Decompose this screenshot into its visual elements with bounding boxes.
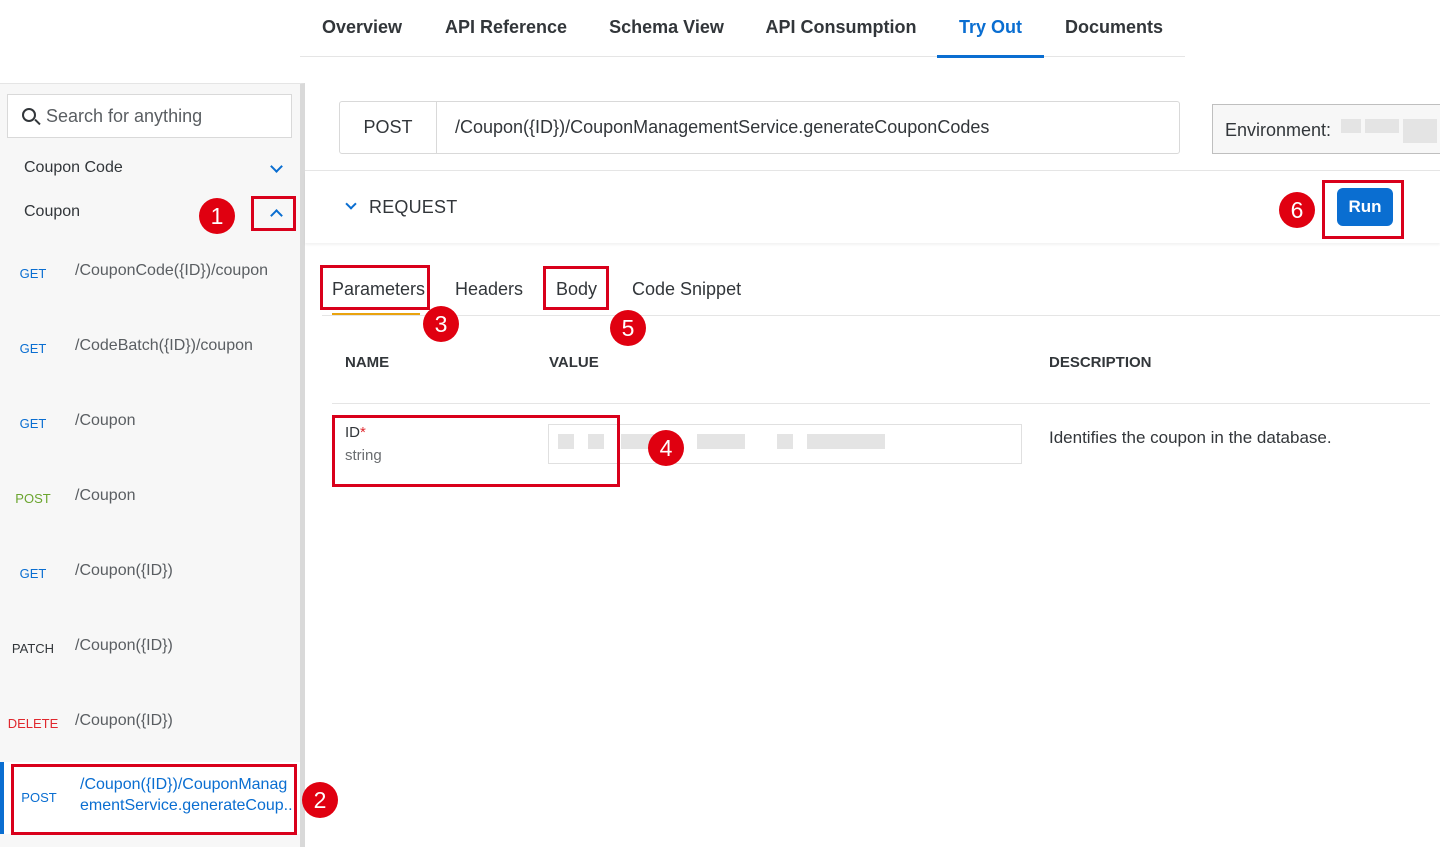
endpoint-item[interactable]: GET /CodeBatch({ID})/coupon bbox=[0, 329, 300, 369]
endpoint-item[interactable]: POST /Coupon bbox=[0, 479, 300, 519]
annotation-marker: 5 bbox=[610, 310, 646, 346]
environment-selector[interactable]: Environment: bbox=[1212, 104, 1440, 154]
tab-documents[interactable]: Documents bbox=[1044, 0, 1184, 57]
highlight-box bbox=[11, 764, 297, 835]
method-badge: DELETE bbox=[7, 716, 59, 731]
column-header-value: VALUE bbox=[549, 354, 599, 371]
annotation-marker: 4 bbox=[648, 430, 684, 466]
redacted-value bbox=[1341, 119, 1361, 133]
method-badge: GET bbox=[19, 416, 47, 431]
endpoint-path: /Coupon bbox=[75, 412, 136, 429]
endpoint-item[interactable]: GET /Coupon({ID}) bbox=[0, 554, 300, 594]
redacted-value bbox=[807, 434, 885, 449]
redacted-value bbox=[697, 434, 745, 449]
search-icon bbox=[22, 108, 36, 122]
tab-schema-view[interactable]: Schema View bbox=[588, 0, 745, 57]
param-description: Identifies the coupon in the database. bbox=[1049, 428, 1332, 447]
tab-api-reference[interactable]: API Reference bbox=[424, 0, 588, 57]
annotation-marker: 2 bbox=[302, 782, 338, 818]
subtab-code-snippet[interactable]: Code Snippet bbox=[632, 279, 741, 300]
annotation-marker: 3 bbox=[423, 306, 459, 342]
top-tab-bar: Overview API Reference Schema View API C… bbox=[300, 0, 1185, 58]
group-coupon-label[interactable]: Coupon bbox=[24, 203, 80, 221]
highlight-box bbox=[1322, 180, 1404, 239]
highlight-box bbox=[332, 415, 620, 487]
column-header-name: NAME bbox=[345, 354, 390, 371]
endpoint-item[interactable]: GET /CouponCode({ID})/coupon bbox=[0, 254, 300, 294]
redacted-value bbox=[1365, 119, 1399, 133]
endpoint-item[interactable]: GET /Coupon bbox=[0, 404, 300, 444]
tab-api-consumption[interactable]: API Consumption bbox=[745, 0, 937, 57]
redacted-value bbox=[777, 434, 793, 449]
request-section-header[interactable]: REQUEST bbox=[305, 171, 1440, 243]
search-input[interactable] bbox=[46, 103, 276, 129]
request-section-label: REQUEST bbox=[369, 197, 458, 217]
endpoint-path: /Coupon({ID}) bbox=[75, 712, 173, 729]
annotation-marker: 6 bbox=[1279, 192, 1315, 228]
highlight-box bbox=[320, 265, 430, 310]
column-header-description: DESCRIPTION bbox=[1049, 354, 1152, 371]
subtab-headers[interactable]: Headers bbox=[455, 279, 523, 300]
endpoint-path: /Coupon({ID}) bbox=[75, 637, 173, 654]
endpoint-path: /CouponCode({ID})/coupon bbox=[75, 262, 269, 279]
endpoint-item[interactable]: DELETE /Coupon({ID}) bbox=[0, 704, 300, 744]
search-box bbox=[7, 94, 292, 138]
divider bbox=[322, 315, 1440, 316]
environment-label: Environment: bbox=[1225, 120, 1332, 140]
tab-overview[interactable]: Overview bbox=[300, 0, 424, 57]
chevron-down-icon[interactable] bbox=[270, 160, 283, 173]
divider bbox=[332, 403, 1430, 404]
chevron-down-icon[interactable] bbox=[345, 198, 357, 210]
endpoint-path: /Coupon bbox=[75, 487, 136, 504]
method-badge: GET bbox=[19, 566, 47, 581]
group-coupon-code-label[interactable]: Coupon Code bbox=[24, 159, 123, 177]
highlight-box bbox=[251, 196, 296, 231]
endpoint-item[interactable]: PATCH /Coupon({ID}) bbox=[0, 629, 300, 669]
tab-try-out[interactable]: Try Out bbox=[937, 0, 1044, 58]
request-url-bar: POST /Coupon({ID})/CouponManagementServi… bbox=[339, 101, 1180, 154]
request-method: POST bbox=[340, 102, 437, 153]
method-badge: GET bbox=[19, 341, 47, 356]
endpoint-path: /CodeBatch({ID})/coupon bbox=[75, 337, 253, 354]
redacted-value bbox=[1403, 119, 1437, 143]
annotation-marker: 1 bbox=[199, 198, 235, 234]
request-url: /Coupon({ID})/CouponManagementService.ge… bbox=[455, 117, 990, 137]
highlight-box bbox=[543, 266, 609, 310]
method-badge: POST bbox=[15, 491, 51, 506]
method-badge: PATCH bbox=[11, 641, 55, 656]
endpoint-path: /Coupon({ID}) bbox=[75, 562, 173, 579]
method-badge: GET bbox=[19, 266, 47, 281]
